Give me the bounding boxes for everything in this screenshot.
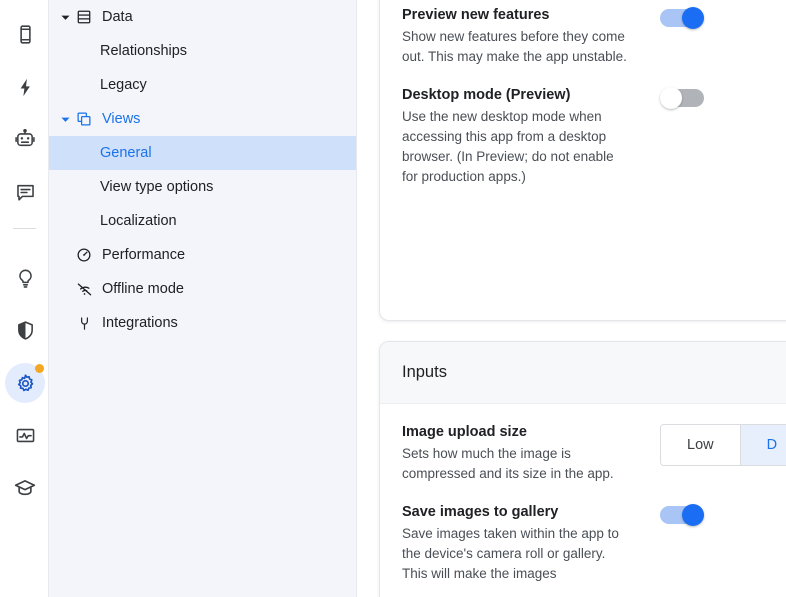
- sidebar-item-data[interactable]: Data: [49, 0, 356, 34]
- setting-title: Desktop mode (Preview): [402, 87, 571, 103]
- toggle-knob: [682, 7, 704, 29]
- inputs-card-title: Inputs: [380, 342, 786, 404]
- setting-control: [632, 85, 786, 109]
- chevron-down-icon[interactable]: [57, 9, 73, 25]
- toggle-knob: [682, 504, 704, 526]
- sidebar-item-legacy[interactable]: Legacy: [49, 68, 356, 102]
- lightning-bolt-icon[interactable]: [5, 67, 45, 107]
- views-settings-card: Pull to refreshDragging down will initia…: [379, 0, 786, 321]
- setting-description: Use the new desktop mode when accessing …: [402, 109, 614, 184]
- sidebar-item-label: Views: [102, 110, 141, 127]
- setting-control: Low D: [632, 422, 786, 466]
- wifi-off-icon: [75, 280, 93, 298]
- sidebar-item-label: Integrations: [102, 314, 178, 331]
- app-root: Data Relationships Legacy Views General View …: [0, 0, 786, 597]
- sidebar-item-views[interactable]: Views: [49, 102, 356, 136]
- robot-icon[interactable]: [5, 120, 45, 160]
- settings-sidebar: Data Relationships Legacy Views General View …: [49, 0, 357, 597]
- notification-badge: [35, 364, 44, 373]
- setting-text-block: Preview new features Show new features be…: [402, 5, 632, 67]
- lightbulb-icon[interactable]: [5, 258, 45, 298]
- database-table-icon: [75, 8, 93, 26]
- setting-description: Sets how much the image is compressed an…: [402, 446, 614, 481]
- main-content: Pull to refreshDragging down will initia…: [357, 0, 786, 597]
- layers-copy-icon: [75, 110, 93, 128]
- setting-row: Image upload size Sets how much the image…: [402, 404, 786, 484]
- sidebar-item-label: Offline mode: [102, 280, 184, 297]
- sidebar-item-label: Localization: [100, 212, 177, 229]
- segment-option[interactable]: D: [740, 425, 786, 465]
- caret-placeholder: [57, 315, 73, 331]
- shield-icon[interactable]: [5, 310, 45, 350]
- caret-placeholder: [57, 281, 73, 297]
- preview-new-features-toggle[interactable]: [660, 7, 704, 29]
- sidebar-item-label: General: [100, 144, 152, 161]
- save-images-to-gallery-toggle[interactable]: [660, 504, 704, 526]
- setting-row: Desktop mode (Preview) Use the new deskto…: [402, 67, 786, 187]
- desktop-mode-preview--toggle[interactable]: [660, 87, 704, 109]
- sidebar-item-relationships[interactable]: Relationships: [49, 34, 356, 68]
- segment-option[interactable]: Low: [661, 425, 741, 465]
- sidebar-item-offline-mode[interactable]: Offline mode: [49, 272, 356, 306]
- caret-placeholder: [57, 247, 73, 263]
- sidebar-item-general[interactable]: General: [49, 136, 356, 170]
- setting-title: Save images to gallery: [402, 504, 559, 520]
- plug-icon: [75, 314, 93, 332]
- sidebar-item-performance[interactable]: Performance: [49, 238, 356, 272]
- setting-row: Preview new features Show new features be…: [402, 0, 786, 67]
- monitoring-icon[interactable]: [5, 415, 45, 455]
- inputs-settings-card: Inputs Image upload size Sets how much th…: [379, 341, 786, 597]
- toggle-knob: [660, 87, 682, 109]
- comment-icon[interactable]: [5, 172, 45, 212]
- sidebar-item-label: View type options: [100, 178, 214, 195]
- gear-icon[interactable]: [5, 363, 45, 403]
- setting-title: Image upload size: [402, 424, 527, 440]
- setting-control: [632, 502, 786, 526]
- image-upload-size-segmented-control[interactable]: Low D: [660, 424, 786, 466]
- sidebar-item-label: Legacy: [100, 76, 147, 93]
- icon-rail: [0, 0, 49, 597]
- setting-text-block: Image upload size Sets how much the image…: [402, 422, 632, 484]
- rail-divider: [13, 228, 36, 229]
- graduation-cap-icon[interactable]: [5, 468, 45, 508]
- setting-description: Save images taken within the app to the …: [402, 526, 619, 581]
- sidebar-item-integrations[interactable]: Integrations: [49, 306, 356, 340]
- setting-text-block: Desktop mode (Preview) Use the new deskto…: [402, 85, 632, 187]
- speedometer-icon: [75, 246, 93, 264]
- sidebar-item-label: Relationships: [100, 42, 188, 59]
- sidebar-item-view-type-options[interactable]: View type options: [49, 170, 356, 204]
- mobile-device-icon[interactable]: [5, 14, 45, 54]
- chevron-down-icon[interactable]: [57, 111, 73, 127]
- setting-text-block: Save images to gallery Save images taken …: [402, 502, 632, 584]
- setting-control: [632, 5, 786, 29]
- setting-row: Save images to gallery Save images taken …: [402, 484, 786, 584]
- sidebar-item-label: Data: [102, 8, 133, 25]
- sidebar-item-localization[interactable]: Localization: [49, 204, 356, 238]
- setting-description: Show new features before they come out. …: [402, 29, 627, 64]
- setting-title: Preview new features: [402, 7, 550, 23]
- sidebar-item-label: Performance: [102, 246, 186, 263]
